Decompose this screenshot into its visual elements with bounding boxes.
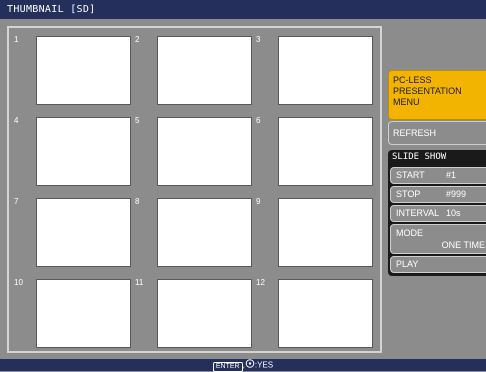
- thumbnail-cell-2[interactable]: 2: [133, 30, 253, 110]
- thumbnail-cell-1[interactable]: 1: [12, 30, 132, 110]
- thumbnail-index: 10: [14, 278, 23, 287]
- status-action: :YES: [254, 360, 274, 370]
- thumbnail-image[interactable]: [278, 36, 373, 105]
- thumbnail-image[interactable]: [36, 36, 131, 105]
- thumbnail-index: 5: [135, 116, 140, 125]
- thumbnail-cell-3[interactable]: 3: [254, 30, 374, 110]
- thumbnail-index: 6: [256, 116, 261, 125]
- thumbnail-image[interactable]: [36, 279, 131, 348]
- thumbnail-index: 3: [256, 35, 261, 44]
- thumbnail-index: 7: [14, 197, 19, 206]
- status-bar: ENTER,:YES: [0, 359, 486, 372]
- thumbnail-index: 12: [256, 278, 265, 287]
- slide-show-mode[interactable]: MODE ONE TIME: [390, 224, 486, 254]
- thumbnail-image[interactable]: [157, 279, 252, 348]
- menu-label-line: PC-LESS: [393, 75, 432, 85]
- refresh-button[interactable]: REFRESH: [388, 121, 486, 145]
- slide-show-start[interactable]: START #1: [390, 167, 486, 184]
- thumbnail-image[interactable]: [36, 198, 131, 267]
- thumbnail-image[interactable]: [157, 117, 252, 186]
- thumbnail-cell-8[interactable]: 8: [133, 192, 253, 272]
- thumbnail-cell-10[interactable]: 10: [12, 273, 132, 353]
- thumbnail-image[interactable]: [157, 198, 252, 267]
- menu-label-line: MENU: [393, 97, 420, 107]
- stop-value: #999: [446, 189, 467, 199]
- thumbnail-cell-12[interactable]: 12: [254, 273, 374, 353]
- thumbnail-cell-6[interactable]: 6: [254, 111, 374, 191]
- mode-label: MODE: [396, 228, 423, 238]
- thumbnail-cell-5[interactable]: 5: [133, 111, 253, 191]
- play-label: PLAY: [396, 259, 419, 269]
- thumbnail-cell-4[interactable]: 4: [12, 111, 132, 191]
- thumbnail-cell-7[interactable]: 7: [12, 192, 132, 272]
- thumbnail-grid: 1 2 3 4 5 6 7 8 9 10 11 12: [7, 26, 382, 353]
- interval-value: 10s: [446, 208, 461, 218]
- joystick-icon: [245, 359, 255, 372]
- pc-less-presentation-menu-button[interactable]: PC-LESS PRESENTATION MENU: [388, 70, 486, 120]
- start-value: #1: [446, 170, 457, 180]
- thumbnail-image[interactable]: [278, 279, 373, 348]
- stop-label: STOP: [396, 189, 421, 199]
- thumbnail-cell-11[interactable]: 11: [133, 273, 253, 353]
- menu-label-line: PRESENTATION: [393, 86, 462, 96]
- thumbnail-image[interactable]: [157, 36, 252, 105]
- thumbnail-image[interactable]: [278, 117, 373, 186]
- slide-show-title: SLIDE SHOW: [392, 152, 447, 162]
- slide-show-panel: SLIDE SHOW START #1 STOP #999 INTERVAL 1…: [388, 150, 486, 276]
- thumbnail-image[interactable]: [278, 198, 373, 267]
- mode-value: ONE TIME: [441, 240, 485, 250]
- slide-show-stop[interactable]: STOP #999: [390, 186, 486, 203]
- thumbnail-index: 8: [135, 197, 140, 206]
- thumbnail-index: 1: [14, 35, 19, 44]
- side-menu: PC-LESS PRESENTATION MENU REFRESH SLIDE …: [388, 0, 486, 371]
- thumbnail-cell-9[interactable]: 9: [254, 192, 374, 272]
- interval-label: INTERVAL: [396, 208, 440, 218]
- thumbnail-index: 4: [14, 116, 19, 125]
- thumbnail-index: 2: [135, 35, 140, 44]
- thumbnail-index: 11: [135, 278, 144, 287]
- thumbnail-image[interactable]: [36, 117, 131, 186]
- enter-key-label: ENTER: [212, 361, 243, 372]
- thumbnail-index: 9: [256, 197, 261, 206]
- start-label: START: [396, 170, 425, 180]
- slide-show-interval[interactable]: INTERVAL 10s: [390, 205, 486, 222]
- slide-show-play-button[interactable]: PLAY: [390, 256, 486, 273]
